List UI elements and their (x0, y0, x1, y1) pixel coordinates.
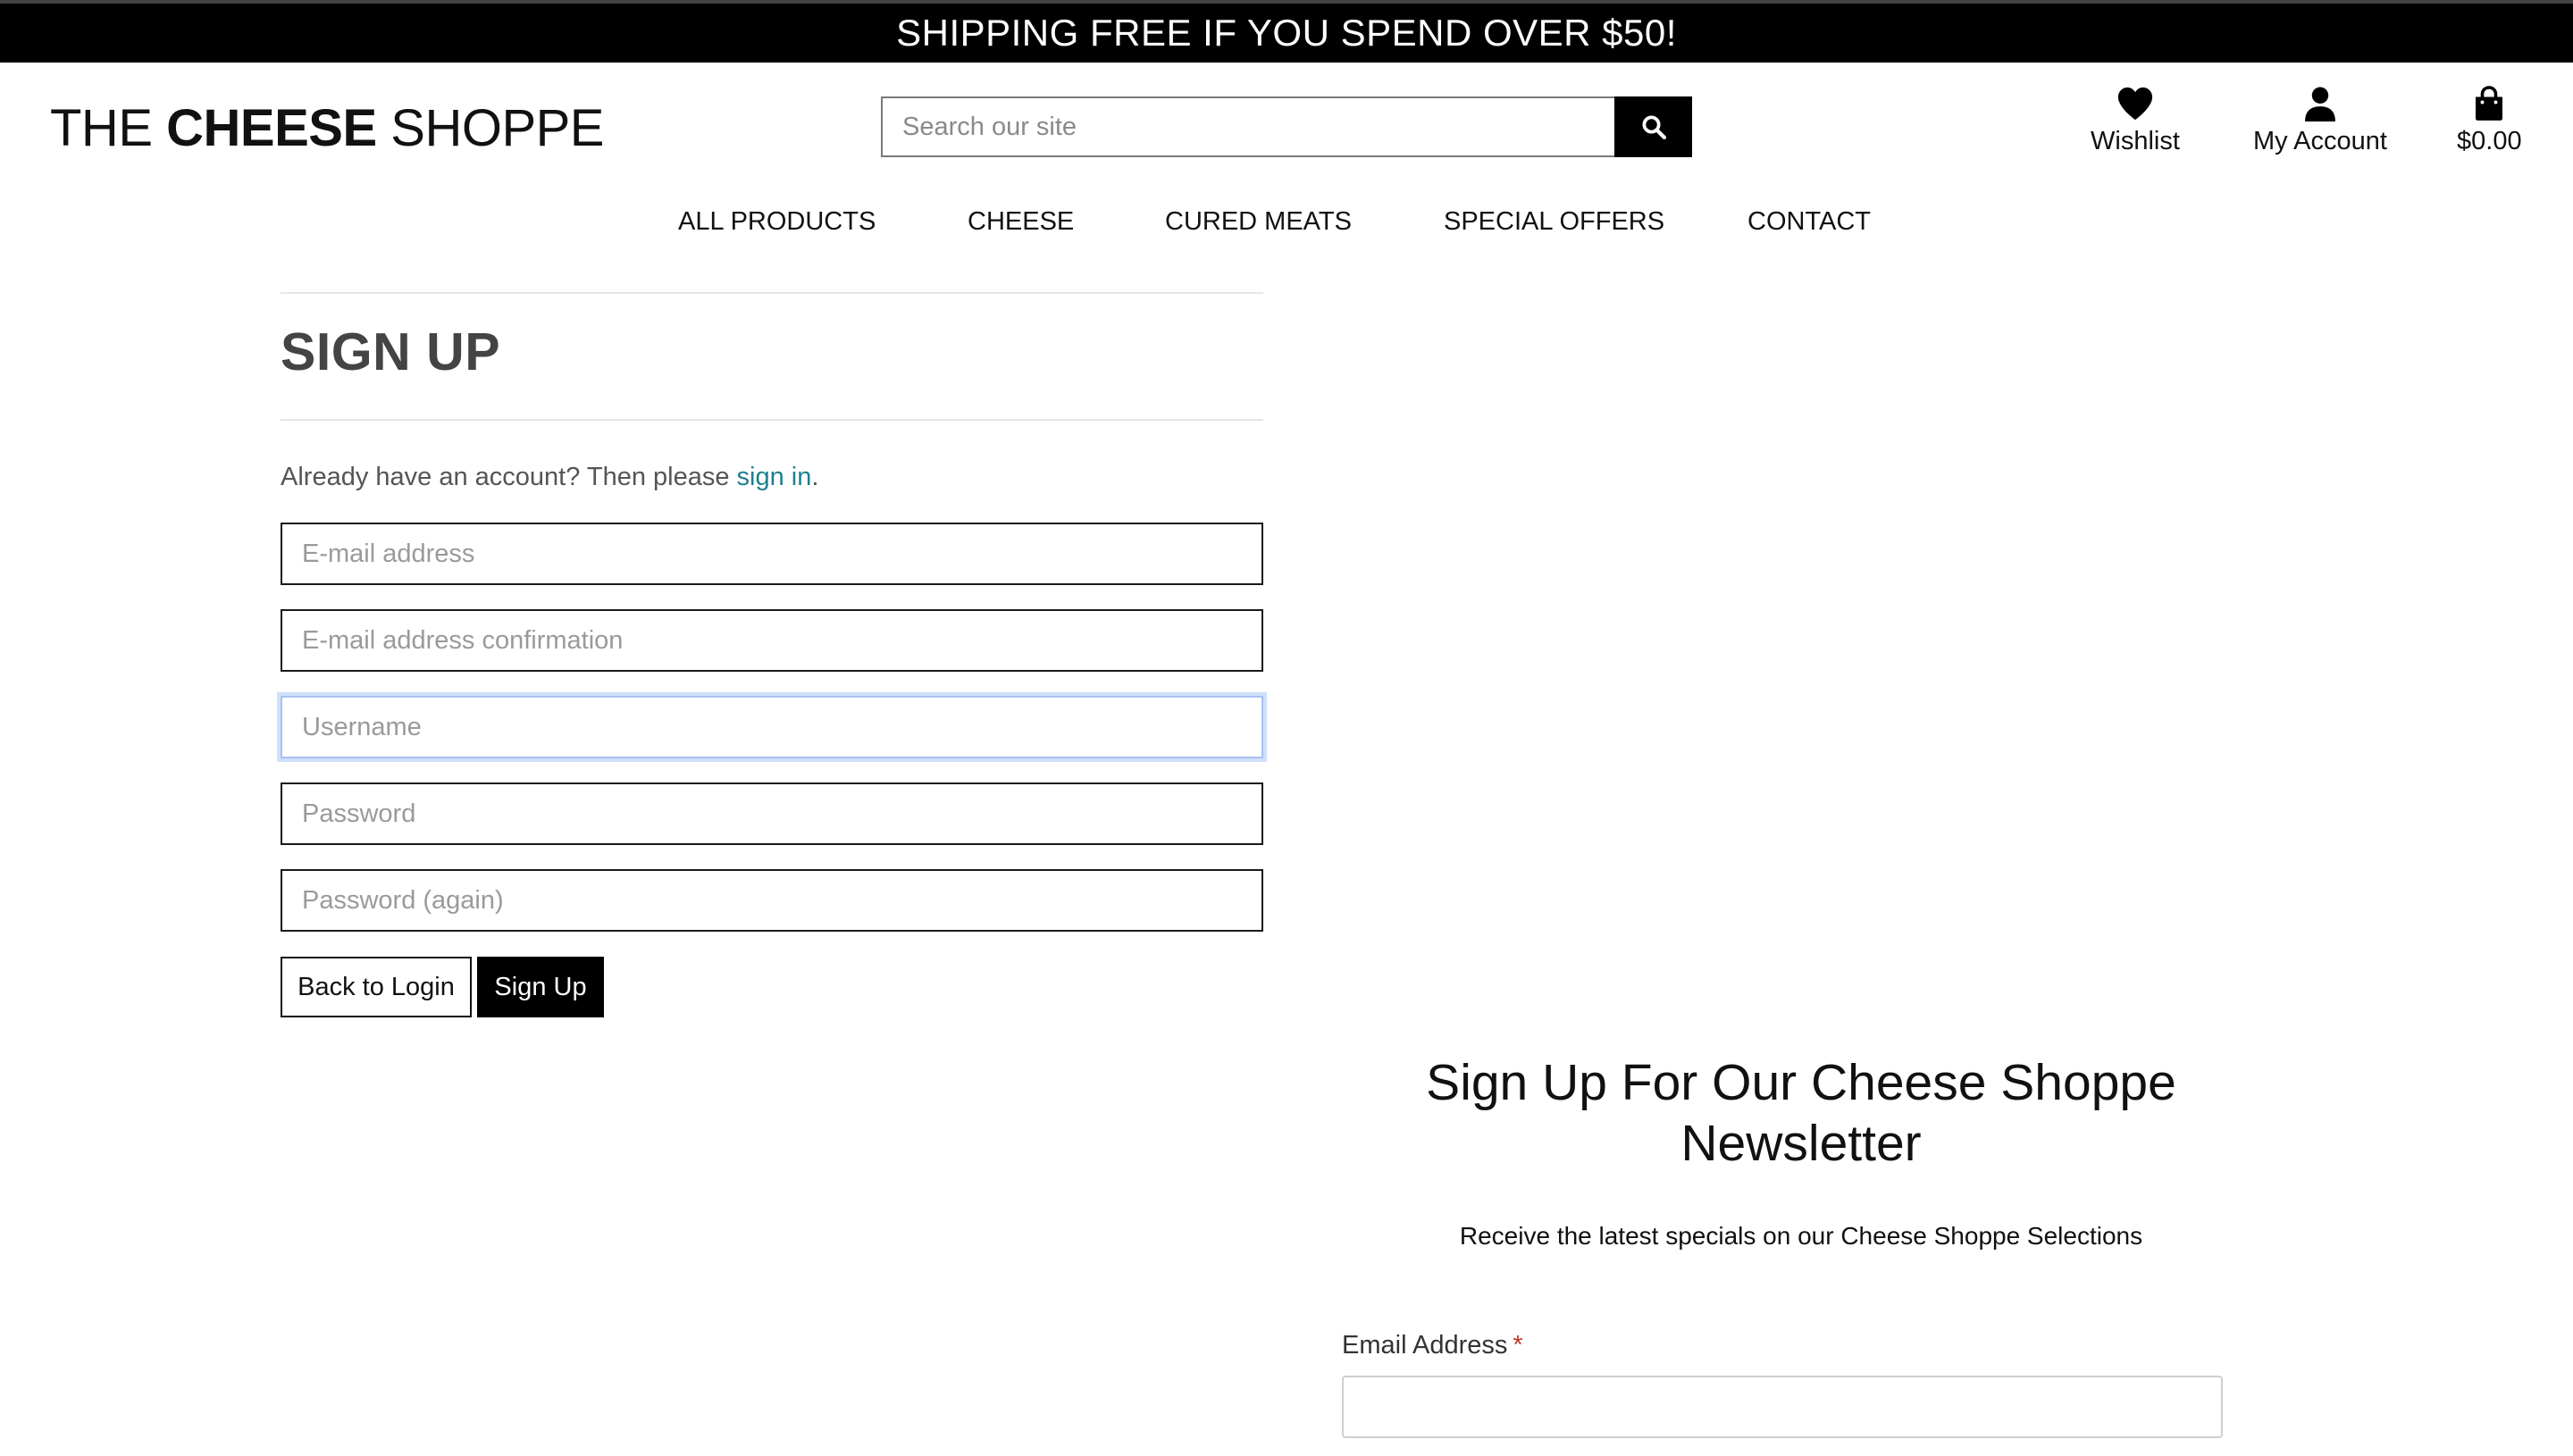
divider-top (281, 292, 1263, 294)
cart-total: $0.00 (2457, 127, 2522, 155)
shopping-bag-icon (2476, 86, 2503, 121)
search-button[interactable] (1614, 96, 1692, 157)
my-account-label: My Account (2253, 127, 2387, 155)
main-nav: ALL PRODUCTS CHEESE CURED MEATS SPECIAL … (0, 207, 2573, 243)
cart-link[interactable]: $0.00 (2457, 86, 2522, 156)
newsletter-email-label-text: Email Address (1342, 1331, 1508, 1360)
promo-text: SHIPPING FREE IF YOU SPEND OVER $50! (896, 12, 1677, 54)
logo-suffix: SHOPPE (376, 99, 604, 157)
required-marker: * (1513, 1331, 1523, 1360)
email-field[interactable] (281, 523, 1263, 585)
newsletter-title: Sign Up For Our Cheese Shoppe Newsletter (1426, 1054, 2176, 1172)
divider-bottom (281, 419, 1263, 421)
nav-item-cheese[interactable]: CHEESE (968, 207, 1074, 237)
newsletter-subtitle: Receive the latest specials on our Chees… (1459, 1222, 2143, 1250)
site-logo[interactable]: THE CHEESE SHOPPE (50, 98, 605, 158)
logo-prefix: THE (50, 99, 167, 157)
nav-item-special-offers[interactable]: SPECIAL OFFERS (1444, 207, 1664, 237)
nav-item-contact[interactable]: CONTACT (1747, 207, 1871, 237)
signin-prompt: Already have an account? Then please sig… (281, 463, 818, 492)
password-again-field[interactable] (281, 869, 1263, 932)
promo-banner: SHIPPING FREE IF YOU SPEND OVER $50! (0, 0, 2573, 63)
newsletter-email-input[interactable] (1342, 1376, 2223, 1438)
username-field[interactable] (281, 696, 1263, 758)
nav-item-cured-meats[interactable]: CURED MEATS (1165, 207, 1352, 237)
back-to-login-button[interactable]: Back to Login (281, 957, 472, 1017)
search-icon (1642, 115, 1666, 139)
signin-suffix: . (811, 463, 819, 491)
page-title: SIGN UP (281, 322, 501, 381)
user-icon (2305, 87, 2335, 121)
search-bar (881, 96, 1692, 157)
nav-item-all-products[interactable]: ALL PRODUCTS (678, 207, 876, 237)
wishlist-link[interactable]: Wishlist (2091, 86, 2180, 156)
logo-bold: CHEESE (166, 99, 377, 157)
newsletter-email-label: Email Address * (1342, 1331, 1523, 1360)
heart-icon (2117, 87, 2153, 121)
signin-prefix: Already have an account? Then please (281, 463, 737, 491)
signin-link[interactable]: sign in (737, 463, 812, 491)
sign-up-button[interactable]: Sign Up (477, 957, 604, 1017)
wishlist-label: Wishlist (2091, 127, 2180, 155)
my-account-link[interactable]: My Account (2253, 86, 2387, 156)
password-field[interactable] (281, 782, 1263, 845)
search-input[interactable] (881, 96, 1615, 157)
email-confirm-field[interactable] (281, 609, 1263, 672)
